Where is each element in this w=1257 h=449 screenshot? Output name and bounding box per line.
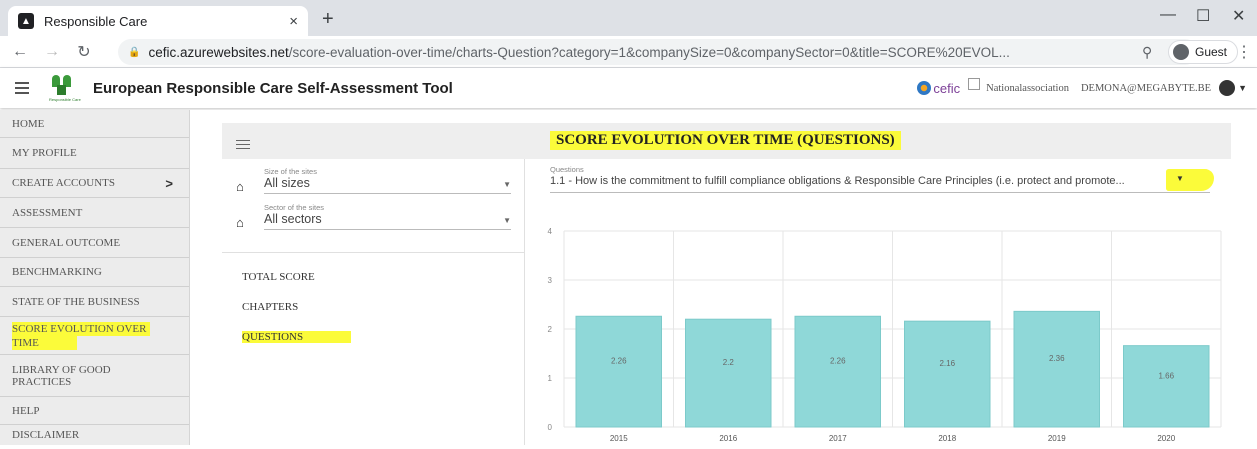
data-label-2020: 1.66 <box>1158 371 1174 380</box>
size-filter-label: Size of the sites <box>264 167 317 176</box>
forward-icon[interactable]: → <box>40 43 64 61</box>
sidebar-item-state-of-the-business[interactable]: STATE OF THE BUSINESS <box>0 287 189 317</box>
zoom-search-icon[interactable]: ⚲ <box>1142 44 1152 61</box>
address-bar[interactable]: 🔒 cefic.azurewebsites.net/score-evaluati… <box>118 39 1198 65</box>
question-select-label: Questions <box>550 165 584 174</box>
menu-hamburger-icon[interactable] <box>15 79 29 97</box>
window-close-button[interactable]: ✕ <box>1232 6 1245 26</box>
browser-tab[interactable]: ▲ Responsible Care × <box>8 6 308 36</box>
profile-button[interactable]: Guest <box>1168 40 1239 64</box>
url-host: cefic.azurewebsites.net <box>148 44 289 60</box>
sidebar-item-help[interactable]: HELP <box>0 397 189 425</box>
sector-filter-label: Sector of the sites <box>264 203 325 212</box>
tab-close-icon[interactable]: × <box>289 13 298 30</box>
tab-title: Responsible Care <box>44 13 148 29</box>
data-label-2016: 2.2 <box>723 358 735 367</box>
user-email: DEMONA@MEGABYTE.BE <box>1080 82 1212 94</box>
y-tick-label: 2 <box>548 325 553 334</box>
url-path: /score-evaluation-over-time/charts-Quest… <box>288 44 1010 60</box>
x-tick-label: 2019 <box>1048 434 1066 443</box>
site-favicon-icon: ▲ <box>18 13 34 29</box>
bar-2019 <box>1013 310 1100 428</box>
filter-column: ⌂ Size of the sites All sizes ▼ ⌂ Sector… <box>222 159 525 445</box>
responsible-care-logo: Responsible Care <box>49 73 81 103</box>
bar-2015 <box>575 315 662 428</box>
x-tick-label: 2018 <box>938 434 956 443</box>
chart-panel: SCORE EVOLUTION OVER TIME (QUESTIONS) ⌂ … <box>222 123 1231 445</box>
sidebar: HOME MY PROFILE CREATE ACCOUNTS > ASSESS… <box>0 110 190 445</box>
y-tick-label: 1 <box>548 374 553 383</box>
lock-icon: 🔒 <box>128 46 141 58</box>
sidebar-item-benchmarking[interactable]: BENCHMARKING <box>0 258 189 287</box>
bar-2016 <box>685 318 772 428</box>
minimize-button[interactable]: — <box>1160 6 1176 24</box>
chart-column: ▼ Questions 1.1 - How is the commitment … <box>526 159 1231 445</box>
dropdown-arrow-icon[interactable]: ▼ <box>503 180 511 189</box>
app-header: Responsible Care European Responsible Ca… <box>0 68 1257 108</box>
data-label-2019: 2.36 <box>1049 354 1065 363</box>
bar-2017 <box>794 315 881 428</box>
x-tick-label: 2017 <box>829 434 847 443</box>
home-icon: ⌂ <box>236 215 244 230</box>
broken-image-icon <box>968 78 981 90</box>
bar-2020 <box>1123 345 1210 428</box>
data-label-2015: 2.26 <box>611 357 627 366</box>
panel-title: SCORE EVOLUTION OVER TIME (QUESTIONS) <box>550 131 901 150</box>
maximize-button[interactable]: ☐ <box>1196 6 1210 26</box>
back-icon[interactable]: ← <box>8 43 32 61</box>
data-label-2018: 2.16 <box>939 359 955 368</box>
bar-2018 <box>904 320 991 428</box>
size-filter-value: All sizes <box>264 176 310 190</box>
main-content: SCORE EVOLUTION OVER TIME (QUESTIONS) ⌂ … <box>190 110 1257 445</box>
link-chapters[interactable]: CHAPTERS <box>242 301 298 313</box>
data-label-2017: 2.26 <box>830 357 846 366</box>
guest-avatar-icon <box>1173 44 1189 60</box>
sidebar-item-general-outcome[interactable]: GENERAL OUTCOME <box>0 228 189 258</box>
score-bar-chart: 0 1 2 3 4 2.26 2015 2.2 2016 2.26 2017 2.16 2018 2.36… <box>548 227 1222 443</box>
browser-toolbar: ← → ↻ 🔒 cefic.azurewebsites.net/score-ev… <box>0 36 1257 68</box>
sidebar-item-library-of-good-practices[interactable]: LIBRARY OF GOOD PRACTICES <box>0 355 189 397</box>
x-tick-label: 2015 <box>610 434 628 443</box>
association-label: Nationalassociation <box>986 82 1069 94</box>
app-title: European Responsible Care Self-Assessmen… <box>93 79 453 97</box>
home-icon: ⌂ <box>236 179 244 194</box>
new-tab-button[interactable]: + <box>322 8 334 31</box>
logo-text: Responsible Care <box>49 97 81 102</box>
link-total-score[interactable]: TOTAL SCORE <box>242 271 315 283</box>
y-tick-label: 0 <box>548 423 553 432</box>
user-account-icon[interactable] <box>1219 80 1236 96</box>
sidebar-item-score-evolution[interactable]: SCORE EVOLUTION OVER TIME <box>0 317 189 355</box>
sidebar-item-disclaimer[interactable]: DISCLAIMER <box>0 425 189 445</box>
size-filter[interactable]: ⌂ Size of the sites All sizes ▼ <box>236 167 511 197</box>
sidebar-item-my-profile[interactable]: MY PROFILE <box>0 138 189 169</box>
sidebar-item-create-accounts[interactable]: CREATE ACCOUNTS > <box>0 169 189 198</box>
y-tick-label: 3 <box>548 276 553 285</box>
question-select-value[interactable]: 1.1 - How is the commitment to fulfill c… <box>550 175 1210 187</box>
panel-menu-icon[interactable] <box>236 137 250 152</box>
sidebar-item-assessment[interactable]: ASSESSMENT <box>0 198 189 228</box>
x-tick-label: 2020 <box>1157 434 1175 443</box>
sidebar-item-home[interactable]: HOME <box>0 110 189 138</box>
chevron-right-icon: > <box>165 175 173 191</box>
cefic-logo-icon <box>917 81 932 95</box>
browser-menu-icon[interactable]: ⋮ <box>1236 42 1252 62</box>
y-tick-label: 4 <box>548 227 553 236</box>
x-tick-label: 2016 <box>719 434 737 443</box>
cefic-logo: cefic <box>917 81 960 96</box>
reload-icon[interactable]: ↻ <box>72 42 96 62</box>
browser-tab-bar: ▲ Responsible Care × + — ☐ ✕ <box>0 0 1257 36</box>
dropdown-arrow-icon[interactable]: ▼ <box>503 216 511 225</box>
user-menu-caret-icon[interactable]: ▼ <box>1238 83 1247 93</box>
profile-label: Guest <box>1195 45 1228 59</box>
link-questions[interactable]: QUESTIONS <box>242 331 352 343</box>
sector-filter-value: All sectors <box>264 212 322 226</box>
panel-header: SCORE EVOLUTION OVER TIME (QUESTIONS) <box>222 123 1231 159</box>
sector-filter[interactable]: ⌂ Sector of the sites All sectors ▼ <box>236 203 511 233</box>
